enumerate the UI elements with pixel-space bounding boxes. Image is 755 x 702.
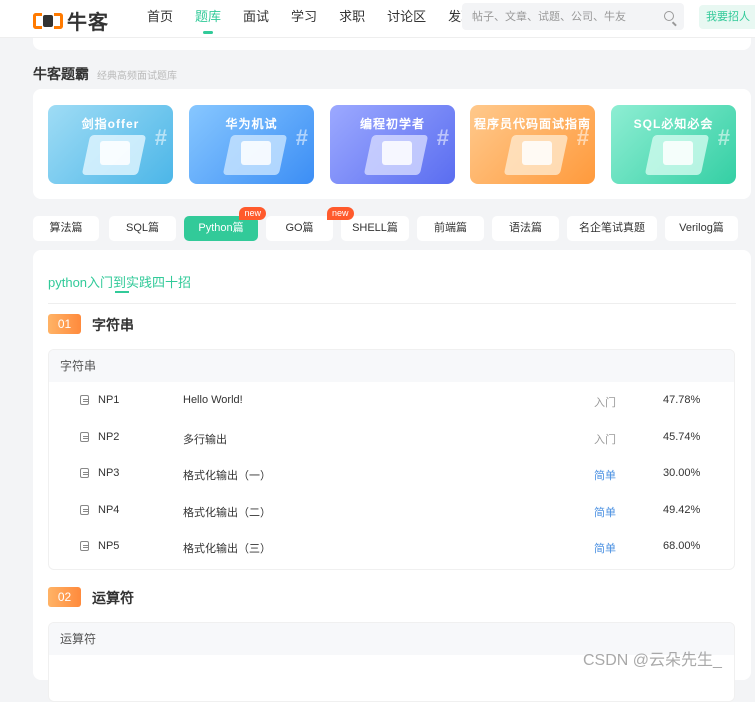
tab-sql[interactable]: SQL篇 — [109, 216, 176, 241]
new-badge: new — [239, 207, 266, 220]
problem-difficulty: 入门 — [594, 397, 616, 409]
banner-huawei[interactable]: 华为机试 # — [189, 105, 314, 184]
problem-list-panel: python入门到实践四十招 01 字符串 字符串 NP1 Hello Worl… — [33, 250, 751, 702]
problem-pass-rate: 68.00% — [663, 540, 701, 552]
tab-shell[interactable]: SHELL篇 new — [327, 207, 409, 241]
document-icon — [80, 431, 89, 442]
banner-coding-interview-guide[interactable]: 程序员代码面试指南 # — [470, 105, 595, 184]
chapter-title: 运算符 — [92, 590, 134, 606]
problem-difficulty: 简单 — [594, 470, 616, 482]
problem-id: NP4 — [98, 503, 120, 516]
tab-shell-label: SHELL篇 — [352, 222, 398, 234]
category-tabs: 算法篇 SQL篇 Python篇 new GO篇 SHELL篇 new 前端篇 … — [33, 207, 751, 241]
chapter-title: 字符串 — [92, 317, 134, 333]
tab-python[interactable]: Python篇 new — [184, 207, 266, 241]
problem-pass-rate: 45.74% — [663, 430, 701, 443]
problem-name[interactable]: Hello World! — [183, 394, 243, 406]
tab-company-exams[interactable]: 名企笔试真题 — [567, 216, 657, 241]
tab-syntax[interactable]: 语法篇 — [492, 216, 559, 241]
document-icon — [80, 395, 89, 405]
nav-item-learn[interactable]: 学习 — [284, 0, 324, 38]
banner-jianzhi-offer[interactable]: 剑指offer # — [48, 105, 173, 184]
problem-row[interactable]: NP1 Hello World! 入门 47.78% — [49, 382, 734, 419]
watermark: CSDN @云朵先生_ — [583, 652, 722, 669]
divider — [48, 303, 736, 304]
search-box — [462, 3, 684, 30]
chapter-number: 01 — [48, 314, 81, 334]
tab-go[interactable]: GO篇 — [266, 216, 333, 241]
banner-panel: 剑指offer # 华为机试 # 编程初学者 # 程序员代码面试指南 # SQL… — [33, 89, 751, 199]
problem-difficulty: 入门 — [594, 433, 616, 446]
problem-name[interactable]: 格式化输出（一） — [183, 467, 271, 483]
hash-icon: # — [295, 125, 308, 150]
problem-id: NP5 — [98, 540, 120, 552]
logo-icon — [33, 10, 63, 32]
problem-pass-rate: 47.78% — [663, 394, 701, 406]
chapter-number: 02 — [48, 587, 81, 607]
document-icon — [80, 504, 89, 515]
hash-icon: # — [576, 125, 589, 150]
problem-difficulty: 简单 — [594, 506, 616, 519]
tab-algorithm[interactable]: 算法篇 — [33, 216, 99, 241]
problem-id: NP3 — [98, 467, 120, 479]
hash-icon: # — [154, 125, 167, 150]
subtab-python-forty[interactable]: python入门到实践四十招 — [48, 272, 191, 291]
hash-icon: # — [436, 125, 449, 150]
nav-item-home[interactable]: 首页 — [140, 0, 180, 38]
section-subtitle: 经典高频面试题库 — [97, 71, 177, 82]
group-title: 字符串 — [49, 350, 734, 382]
hash-icon: # — [717, 125, 730, 150]
recruit-button[interactable]: 我要招人 — [699, 5, 755, 29]
problem-row[interactable]: NP3 格式化输出（一） 简单 30.00% — [49, 455, 734, 492]
logo-text: 牛客 — [67, 12, 109, 34]
previous-card-edge — [33, 38, 751, 50]
nav-item-jobs[interactable]: 求职 — [332, 0, 372, 38]
problem-id: NP1 — [98, 394, 120, 406]
book-page-icon — [522, 141, 552, 165]
subtab-underline — [115, 291, 129, 293]
tab-python-label: Python篇 — [198, 222, 244, 234]
problem-row[interactable]: NP5 格式化输出（三） 简单 68.00% — [49, 528, 734, 565]
book-page-icon — [663, 141, 693, 165]
problem-group: 字符串 NP1 Hello World! 入门 47.78% NP2 多行输出 … — [48, 349, 735, 570]
problem-pass-rate: 30.00% — [663, 467, 701, 479]
problem-pass-rate: 49.42% — [663, 503, 701, 516]
search-icon[interactable] — [664, 11, 674, 21]
document-icon — [80, 468, 89, 478]
problem-name[interactable]: 格式化输出（三） — [183, 540, 271, 556]
top-navigation-bar: 牛客 首页 题库 面试 学习 求职 讨论区 发现 我要招人 — [0, 0, 755, 38]
section-title: 牛客题霸 — [33, 66, 89, 82]
problem-row[interactable]: NP2 多行输出 入门 45.74% — [49, 419, 734, 456]
search-input[interactable] — [462, 3, 652, 30]
book-page-icon — [100, 141, 130, 165]
problem-difficulty: 简单 — [594, 543, 616, 555]
banner-beginner[interactable]: 编程初学者 # — [330, 105, 455, 184]
nav-item-question-bank[interactable]: 题库 — [188, 0, 228, 38]
laptop-screen-icon — [241, 141, 271, 165]
nav-item-interview[interactable]: 面试 — [236, 0, 276, 38]
new-badge: new — [327, 207, 354, 220]
document-icon — [80, 541, 89, 551]
problem-name[interactable]: 格式化输出（二） — [183, 504, 271, 520]
banner-sql[interactable]: SQL必知必会 # — [611, 105, 736, 184]
tab-frontend[interactable]: 前端篇 — [417, 216, 484, 241]
problem-row[interactable]: NP4 格式化输出（二） 简单 49.42% — [49, 492, 734, 529]
tab-verilog[interactable]: Verilog篇 — [665, 216, 738, 241]
site-logo[interactable]: 牛客 — [33, 6, 109, 35]
problem-id: NP2 — [98, 430, 120, 443]
problem-name[interactable]: 多行输出 — [183, 431, 227, 447]
code-bracket-icon — [382, 141, 412, 165]
nav-item-discuss[interactable]: 讨论区 — [380, 0, 433, 38]
main-nav: 首页 题库 面试 学习 求职 讨论区 发现 — [140, 0, 489, 38]
